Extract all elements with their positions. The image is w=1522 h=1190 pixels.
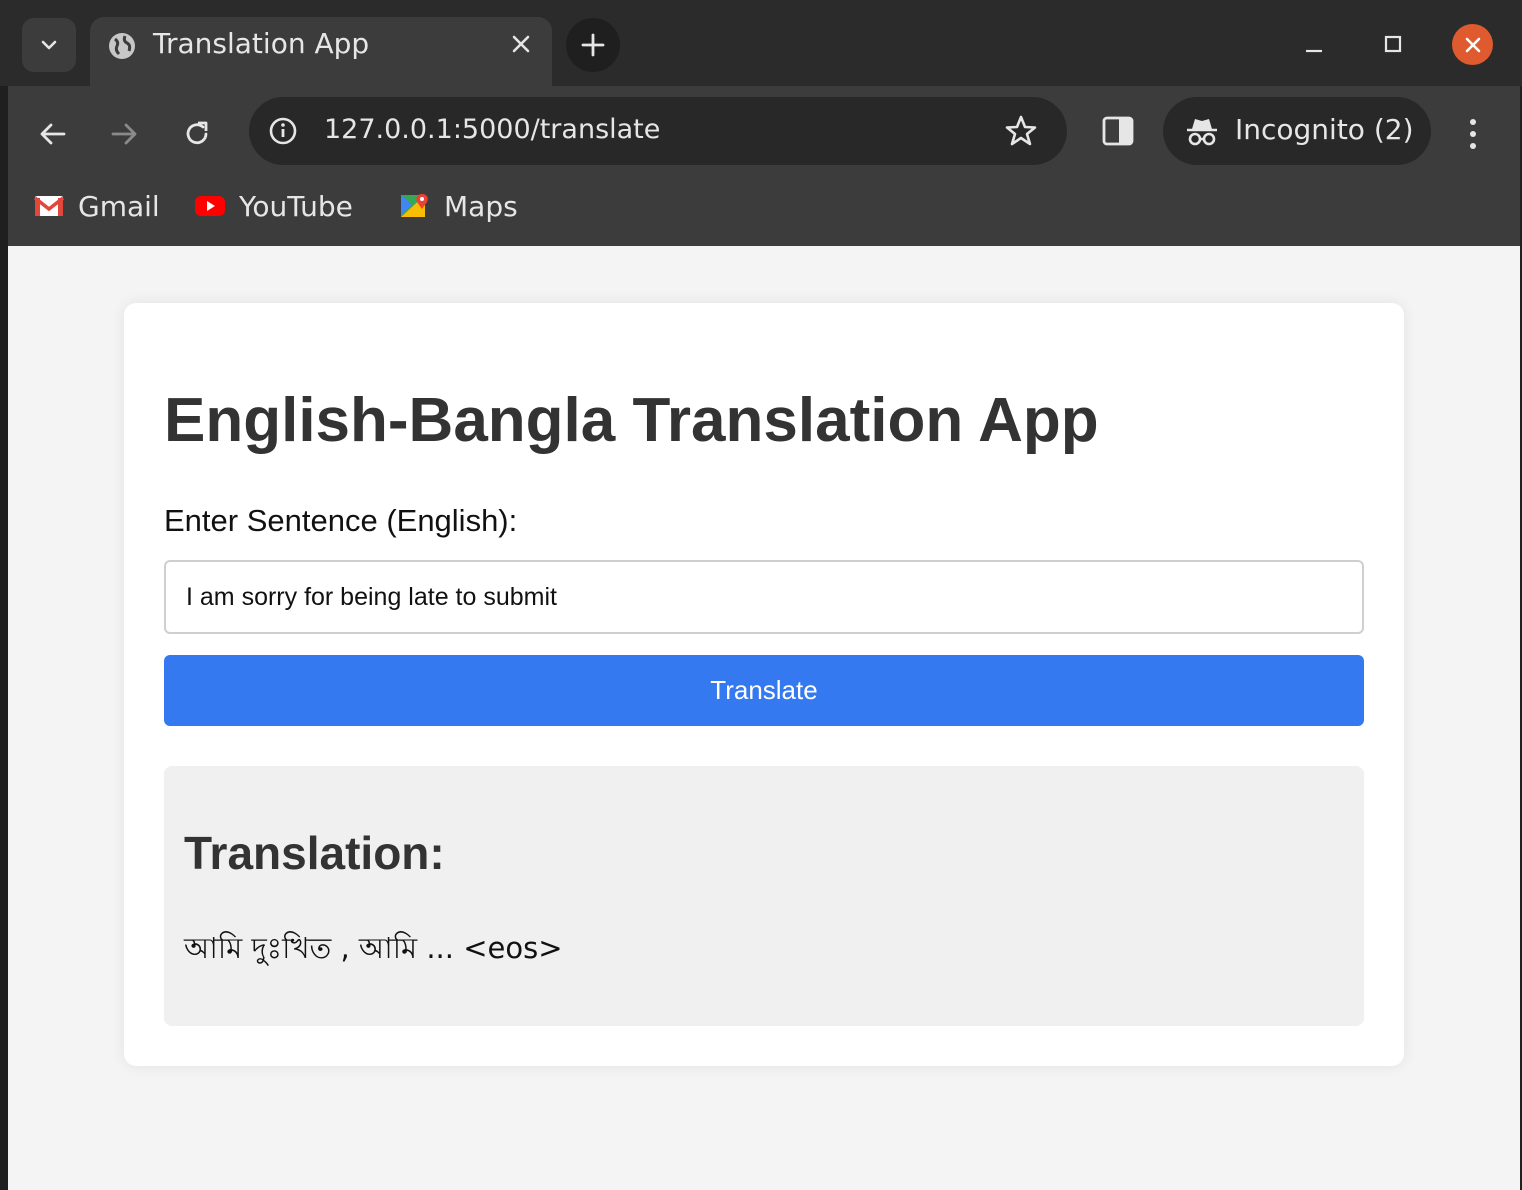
tab-strip: Translation App — [0, 0, 1522, 86]
minimize-icon — [1306, 49, 1322, 53]
maximize-icon — [1384, 35, 1402, 53]
bookmark-star-icon[interactable] — [1003, 113, 1039, 149]
close-window-button[interactable] — [1452, 24, 1493, 65]
address-bar[interactable]: 127.0.0.1:5000/translate — [249, 97, 1067, 165]
incognito-icon — [1187, 119, 1217, 146]
reload-button[interactable] — [175, 112, 219, 156]
incognito-profile-button[interactable]: Incognito (2) — [1163, 97, 1431, 165]
bookmark-youtube[interactable]: YouTube — [195, 186, 353, 226]
translation-output: আমি দুঃখিত , আমি ... <eos> — [184, 931, 563, 965]
browser-toolbar: 127.0.0.1:5000/translate Incognito (2) G… — [8, 86, 1520, 246]
forward-button[interactable] — [102, 112, 146, 156]
more-vertical-icon — [1470, 119, 1476, 149]
bookmark-label: YouTube — [239, 189, 353, 223]
site-info-icon[interactable] — [267, 115, 299, 147]
sentence-input-label: Enter Sentence (English): — [164, 503, 518, 538]
incognito-label: Incognito (2) — [1235, 113, 1414, 146]
arrow-left-icon — [40, 123, 66, 145]
bookmarks-bar: Gmail YouTube Maps — [8, 186, 1520, 226]
bookmark-gmail[interactable]: Gmail — [34, 186, 160, 226]
tab-translation-app[interactable]: Translation App — [90, 17, 552, 86]
bookmark-label: Maps — [444, 189, 518, 223]
reload-icon — [186, 121, 208, 145]
translate-button[interactable]: Translate — [164, 655, 1364, 726]
browser-menu-button[interactable] — [1458, 112, 1488, 156]
back-button[interactable] — [31, 112, 75, 156]
page-title: English-Bangla Translation App — [164, 386, 1099, 455]
minimize-button[interactable] — [1294, 24, 1334, 64]
globe-icon — [109, 33, 135, 59]
result-heading: Translation: — [184, 827, 445, 879]
new-tab-button[interactable] — [566, 18, 620, 72]
plus-icon — [581, 33, 605, 57]
maximize-button[interactable] — [1373, 24, 1413, 64]
gmail-icon — [34, 196, 64, 216]
arrow-right-icon — [111, 123, 137, 145]
chevron-down-icon — [41, 40, 57, 50]
tab-title: Translation App — [153, 27, 370, 60]
sentence-input[interactable] — [164, 560, 1364, 634]
maps-icon — [401, 194, 428, 217]
youtube-icon — [195, 196, 225, 216]
side-panel-icon[interactable] — [1101, 114, 1135, 148]
close-tab-icon[interactable] — [508, 31, 534, 57]
close-icon — [1465, 37, 1480, 52]
tab-search-button[interactable] — [22, 18, 76, 72]
bookmark-maps[interactable]: Maps — [400, 186, 518, 226]
url-text: 127.0.0.1:5000/translate — [324, 114, 661, 145]
page-viewport: English-Bangla Translation App Enter Sen… — [8, 246, 1520, 1190]
translation-card: English-Bangla Translation App Enter Sen… — [124, 303, 1404, 1066]
translation-result-panel: Translation: আমি দুঃখিত , আমি ... <eos> — [164, 766, 1364, 1026]
bookmark-label: Gmail — [78, 189, 160, 223]
